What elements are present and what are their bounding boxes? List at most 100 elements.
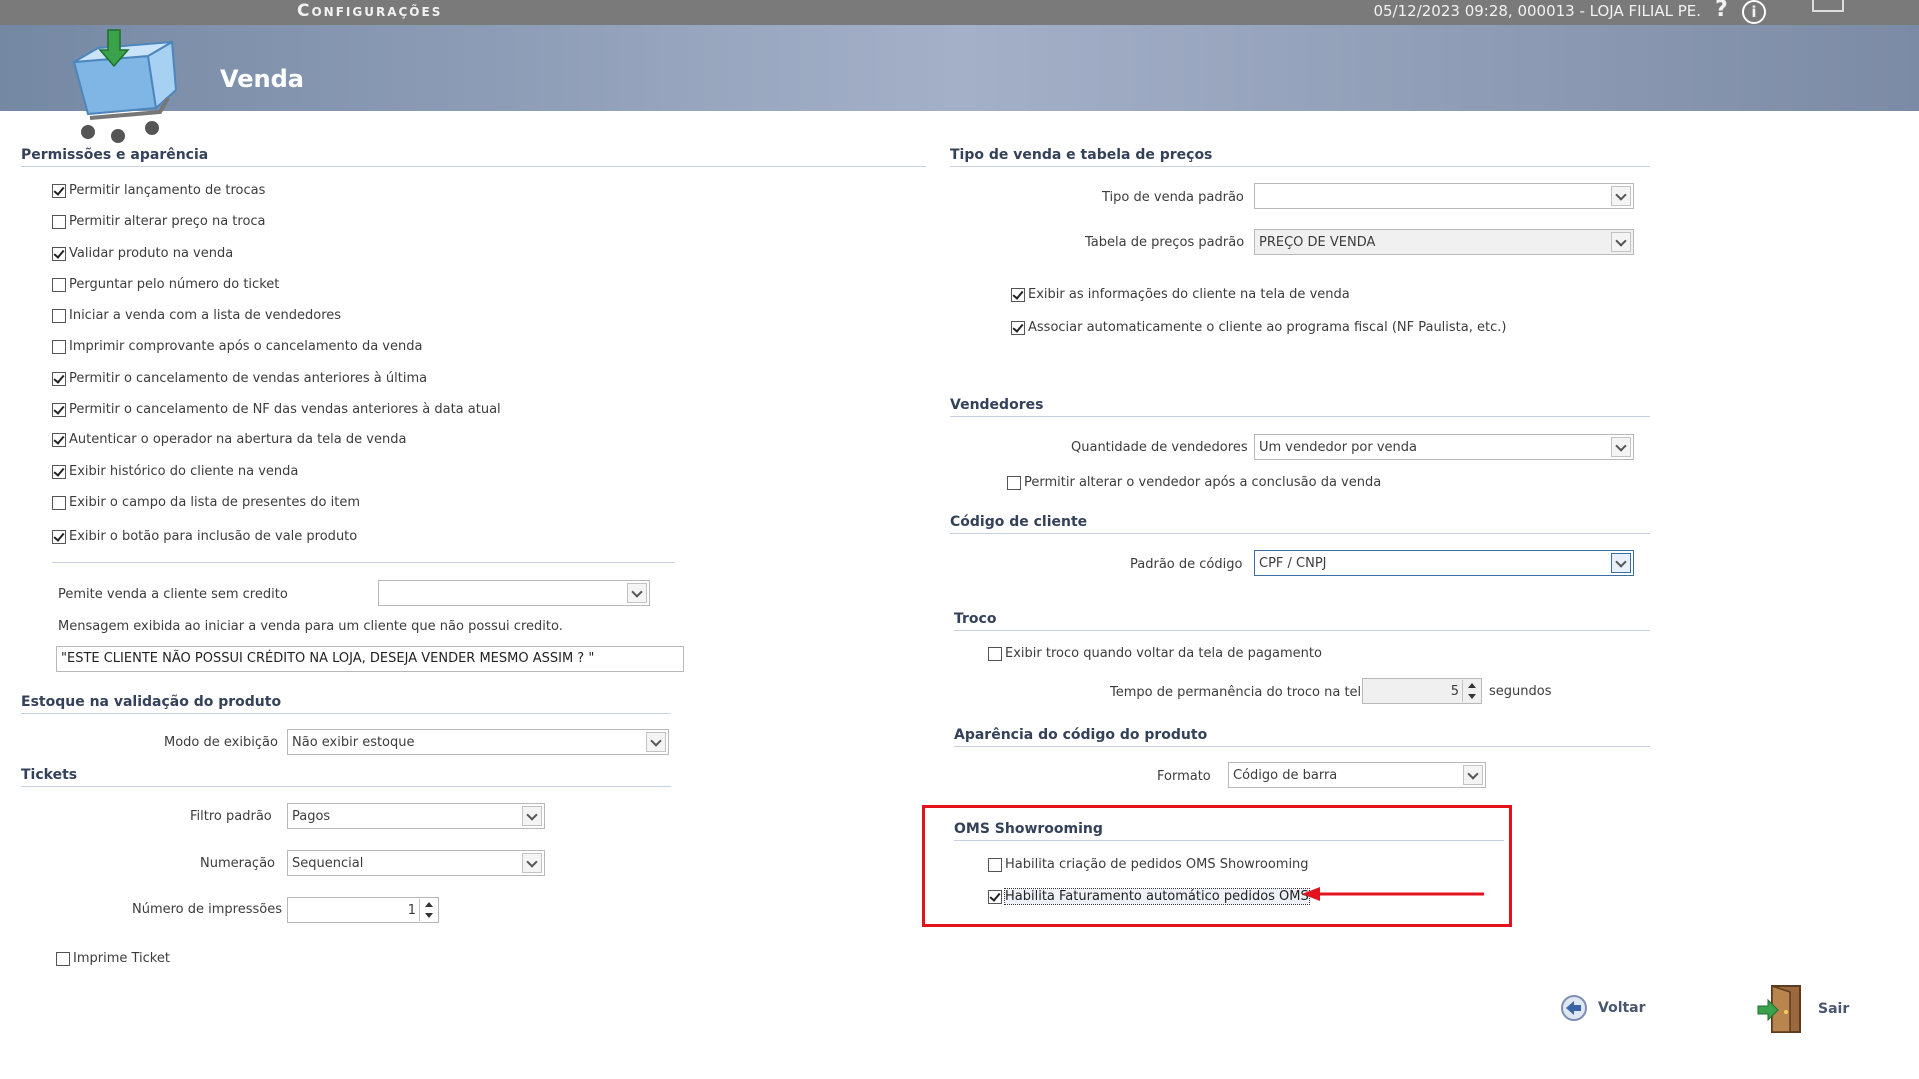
tabela-precos-dropdown[interactable]: PREÇO DE VENDA — [1254, 229, 1634, 255]
quantidade-vendedores-label: Quantidade de vendedores — [1071, 440, 1248, 455]
permissao-checkbox[interactable]: Permitir o cancelamento de vendas anteri… — [52, 371, 427, 386]
padrao-codigo-label: Padrão de código — [1130, 557, 1243, 572]
checkbox-icon[interactable] — [52, 214, 66, 229]
chevron-down-icon[interactable] — [1463, 765, 1483, 785]
section-vendedores-heading: Vendedores — [950, 397, 1650, 417]
permissao-checkbox[interactable]: Exibir o campo da lista de presentes do … — [52, 495, 360, 510]
chevron-down-icon[interactable] — [1611, 437, 1631, 457]
numeracao-label: Numeração — [200, 856, 276, 871]
page-title: Venda — [220, 65, 304, 93]
permissao-checkbox[interactable]: Permitir o cancelamento de NF das vendas… — [52, 402, 501, 417]
checkbox-icon[interactable] — [52, 183, 66, 198]
permissao-checkbox[interactable]: Permitir alterar preço na troca — [52, 214, 266, 229]
checkbox-icon[interactable] — [52, 432, 66, 447]
chevron-down-icon[interactable] — [522, 853, 542, 873]
checkbox-icon[interactable] — [52, 402, 66, 417]
back-arrow-icon — [1561, 995, 1587, 1021]
section-estoque-heading: Estoque na validação do produto — [21, 694, 671, 714]
section-permissoes-heading: Permissões e aparência — [21, 147, 926, 167]
checkbox-icon[interactable] — [52, 464, 66, 479]
checkbox-icon[interactable] — [52, 339, 66, 354]
tabela-precos-label: Tabela de preços padrão — [1085, 235, 1245, 250]
numero-impressoes-stepper[interactable]: 1 — [287, 897, 439, 923]
alterar-vendedor-checkbox[interactable]: Permitir alterar o vendedor após a concl… — [1007, 475, 1381, 490]
filtro-padrao-label: Filtro padrão — [190, 809, 272, 824]
tipo-venda-label: Tipo de venda padrão — [1102, 190, 1244, 205]
sem-credito-dropdown[interactable] — [378, 580, 650, 606]
stepper-down-icon[interactable] — [420, 910, 437, 921]
permissao-checkbox[interactable]: Exibir histórico do cliente na venda — [52, 464, 298, 479]
checkbox-icon[interactable] — [52, 246, 66, 261]
modo-exibicao-label: Modo de exibição — [164, 735, 278, 750]
checkbox-icon[interactable] — [52, 371, 66, 386]
chevron-down-icon[interactable] — [1611, 232, 1631, 252]
checkbox-icon[interactable] — [52, 277, 66, 292]
section-aparencia-heading: Aparência do código do produto — [954, 727, 1650, 747]
padrao-codigo-dropdown[interactable]: CPF / CNPJ — [1254, 550, 1634, 576]
stepper-down-icon[interactable] — [1463, 691, 1480, 702]
tipo-venda-dropdown[interactable] — [1254, 183, 1634, 209]
sair-button[interactable]: Sair — [1756, 984, 1849, 1034]
mensagem-label: Mensagem exibida ao iniciar a venda para… — [58, 619, 563, 634]
checkbox-icon[interactable] — [1011, 287, 1025, 302]
page-header: Venda — [0, 25, 1919, 111]
stepper-up-icon[interactable] — [1463, 680, 1480, 691]
exibir-troco-checkbox[interactable]: Exibir troco quando voltar da tela de pa… — [988, 646, 1322, 661]
stepper-up-icon[interactable] — [420, 899, 437, 910]
modo-exibicao-dropdown[interactable]: Não exibir estoque — [287, 729, 669, 755]
checkbox-icon[interactable] — [52, 529, 66, 544]
section-troco-heading: Troco — [954, 611, 1650, 631]
chevron-down-icon[interactable] — [522, 806, 542, 826]
checkbox-icon[interactable] — [988, 889, 1002, 904]
permissao-checkbox[interactable]: Permitir lançamento de trocas — [52, 183, 265, 198]
habilita-criacao-oms-checkbox[interactable]: Habilita criação de pedidos OMS Showroom… — [988, 857, 1309, 872]
info-icon[interactable]: i — [1742, 0, 1766, 24]
arrow-left-icon — [1302, 887, 1484, 901]
numeracao-dropdown[interactable]: Sequencial — [287, 850, 545, 876]
session-info: 05/12/2023 09:28, 000013 - LOJA FILIAL P… — [1373, 2, 1701, 20]
permissao-checkbox[interactable]: Exibir o botão para inclusão de vale pro… — [52, 529, 357, 544]
voltar-button[interactable]: Voltar — [1560, 994, 1646, 1022]
habilita-faturamento-oms-checkbox[interactable]: Habilita Faturamento automático pedidos … — [988, 888, 1310, 905]
section-codigo-cliente-heading: Código de cliente — [950, 514, 1650, 534]
section-tipo-venda-heading: Tipo de venda e tabela de preços — [950, 147, 1650, 167]
permissao-checkbox[interactable]: Iniciar a venda com a lista de vendedore… — [52, 308, 341, 323]
app-title: Configurações — [297, 1, 443, 21]
checkbox-icon[interactable] — [52, 308, 66, 323]
exit-door-icon — [1757, 984, 1801, 1033]
tempo-troco-label: Tempo de permanência do troco na tela — [1110, 685, 1370, 700]
divider — [52, 562, 675, 563]
formato-label: Formato — [1157, 769, 1211, 784]
shopping-cart-icon — [72, 29, 178, 143]
chevron-down-icon[interactable] — [1611, 553, 1631, 573]
section-oms-heading: OMS Showrooming — [954, 821, 1504, 841]
chevron-down-icon[interactable] — [646, 732, 666, 752]
quantidade-vendedores-dropdown[interactable]: Um vendedor por venda — [1254, 434, 1634, 460]
title-bar: Configurações 05/12/2023 09:28, 000013 -… — [0, 0, 1919, 25]
formato-dropdown[interactable]: Código de barra — [1228, 762, 1486, 788]
checkbox-icon[interactable] — [988, 646, 1002, 661]
sem-credito-label: Pemite venda a cliente sem credito — [58, 587, 288, 602]
imprime-ticket-checkbox[interactable]: Imprime Ticket — [56, 951, 170, 966]
mensagem-input[interactable]: "ESTE CLIENTE NÃO POSSUI CRÉDITO NA LOJA… — [56, 646, 684, 672]
checkbox-icon[interactable] — [988, 857, 1002, 872]
permissao-checkbox[interactable]: Autenticar o operador na abertura da tel… — [52, 432, 406, 447]
checkbox-icon[interactable] — [52, 495, 66, 510]
exibir-info-cliente-checkbox[interactable]: Exibir as informações do cliente na tela… — [1011, 287, 1350, 302]
segundos-label: segundos — [1489, 684, 1552, 699]
help-icon[interactable]: ? — [1715, 0, 1728, 22]
section-tickets-heading: Tickets — [21, 767, 671, 787]
permissao-checkbox[interactable]: Validar produto na venda — [52, 246, 233, 261]
associar-cliente-checkbox[interactable]: Associar automaticamente o cliente ao pr… — [1011, 320, 1506, 335]
chevron-down-icon[interactable] — [1611, 186, 1631, 206]
filtro-padrao-dropdown[interactable]: Pagos — [287, 803, 545, 829]
numero-impressoes-label: Número de impressões — [132, 902, 283, 917]
checkbox-icon[interactable] — [56, 951, 70, 966]
tempo-troco-stepper[interactable]: 5 — [1362, 678, 1482, 704]
permissao-checkbox[interactable]: Perguntar pelo número do ticket — [52, 277, 279, 292]
chevron-down-icon[interactable] — [627, 583, 647, 603]
minimize-icon[interactable] — [1812, 0, 1844, 12]
checkbox-icon[interactable] — [1011, 320, 1025, 335]
checkbox-icon[interactable] — [1007, 475, 1021, 490]
permissao-checkbox[interactable]: Imprimir comprovante após o cancelamento… — [52, 339, 422, 354]
